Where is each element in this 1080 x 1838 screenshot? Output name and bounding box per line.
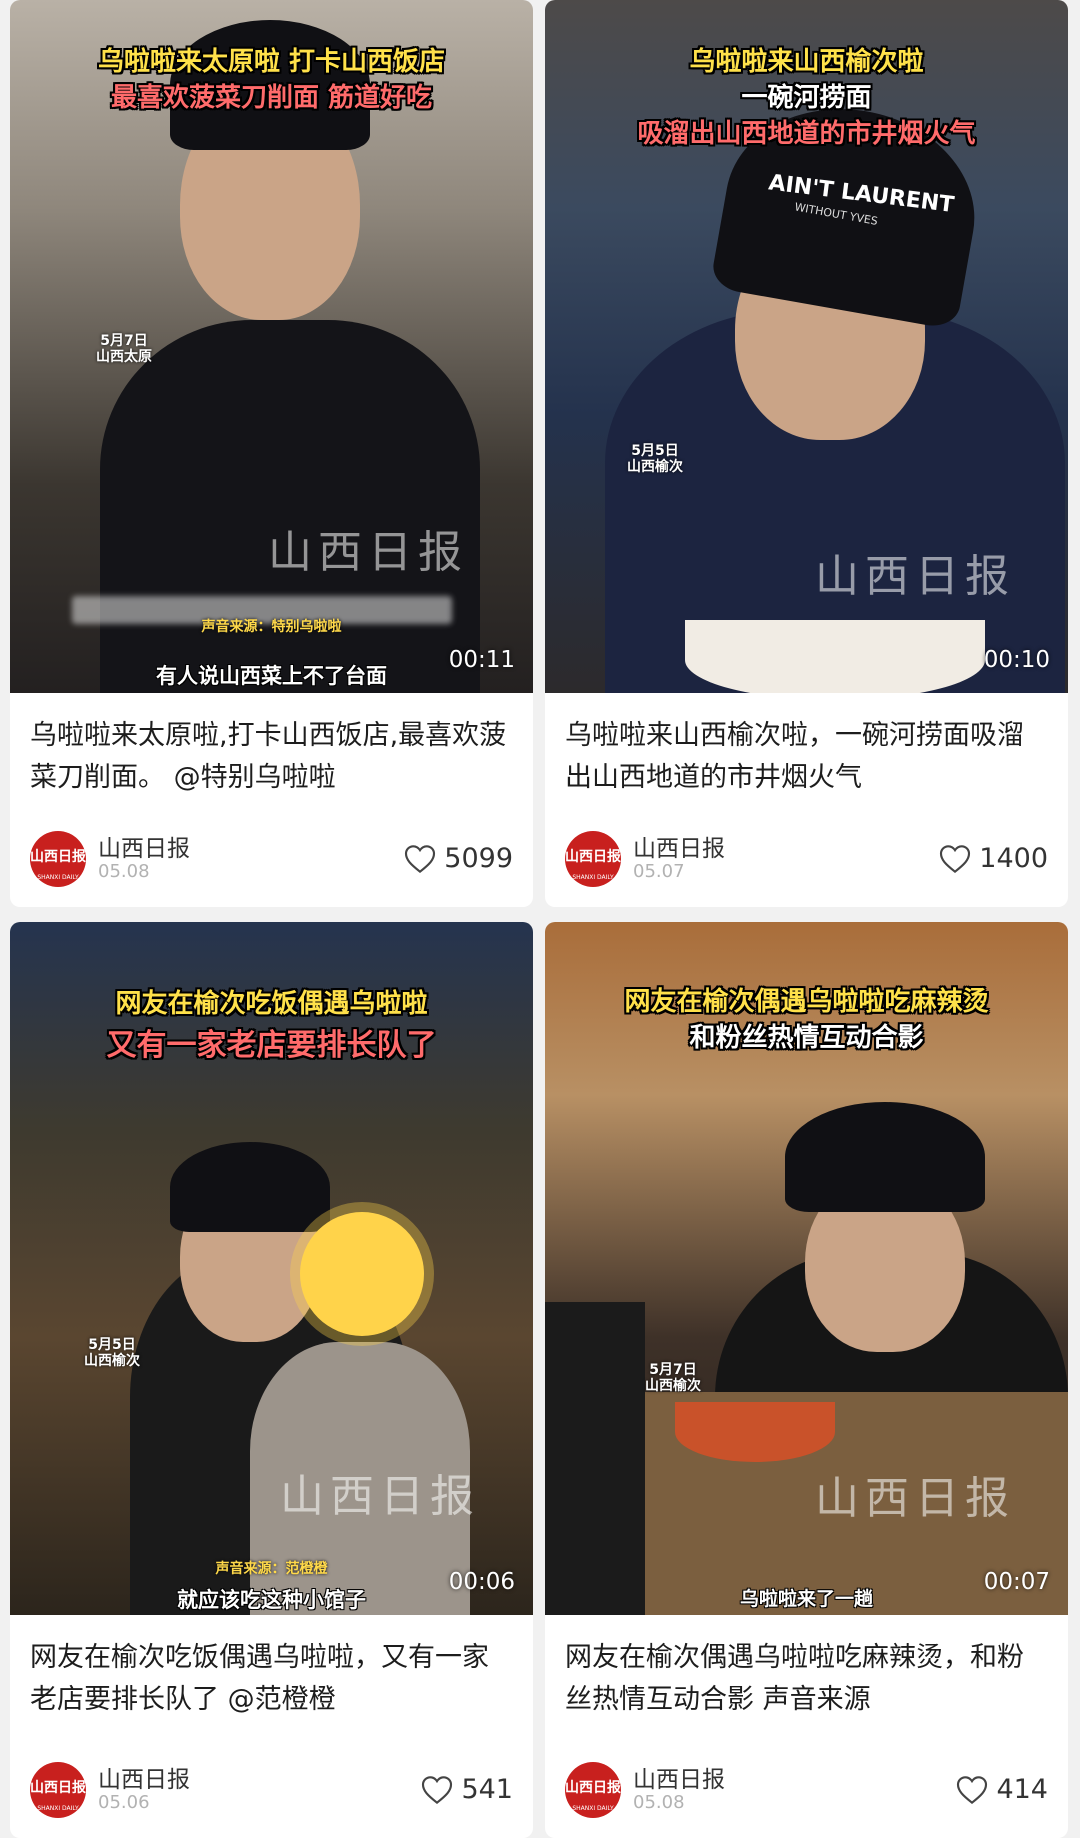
video-duration: 00:11 [448, 647, 515, 673]
video-duration: 00:10 [983, 647, 1050, 673]
date-location-tag: 5月7日 山西榆次 [645, 1362, 701, 1394]
like-button[interactable]: 1400 [939, 843, 1048, 874]
author-name[interactable]: 山西日报 [633, 1760, 725, 1794]
heart-outline-icon [940, 844, 971, 873]
overlay-title-line1: 网友在榆次偶遇乌啦啦吃麻辣烫 [624, 987, 989, 1017]
watermark: 山西日报 [280, 1471, 480, 1522]
like-count: 414 [996, 1774, 1048, 1805]
like-count: 5099 [444, 843, 513, 874]
video-thumbnail[interactable]: 网友在榆次吃饭偶遇乌啦啦 又有一家老店要排长队了 5月5日 山西榆次 山西日报 … [10, 922, 533, 1615]
smiley-sticker-icon [300, 1212, 424, 1336]
video-card[interactable]: 乌啦啦来太原啦 打卡山西饭店 最喜欢菠菜刀削面 筋道好吃 5月7日 山西太原 山… [10, 0, 533, 907]
card-meta: 山西日报 SHANXI DAILY 山西日报 05.08 5099 [30, 827, 513, 887]
avatar-logo-sub: SHANXI DAILY [37, 1805, 79, 1812]
heart-outline-icon [405, 844, 436, 873]
overlay-title-line1: 乌啦啦来山西榆次啦 [689, 47, 924, 77]
video-thumbnail[interactable]: 网友在榆次偶遇乌啦啦吃麻辣烫 和粉丝热情互动合影 5月7日 山西榆次 山西日报 … [545, 922, 1068, 1615]
noodle-bowl [685, 620, 985, 693]
like-button[interactable]: 541 [421, 1774, 513, 1805]
card-meta: 山西日报 SHANXI DAILY 山西日报 05.08 414 [565, 1758, 1048, 1818]
author-avatar[interactable]: 山西日报 SHANXI DAILY [30, 1762, 86, 1818]
card-caption[interactable]: 乌啦啦来太原啦,打卡山西饭店,最喜欢菠菜刀削面。 @特别乌啦啦 [30, 715, 513, 799]
video-duration: 00:06 [448, 1569, 515, 1595]
card-meta: 山西日报 SHANXI DAILY 山西日报 05.07 1400 [565, 827, 1048, 887]
watermark: 山西日报 [815, 551, 1015, 602]
card-caption[interactable]: 乌啦啦来山西榆次啦，一碗河捞面吸溜出山西地道的市井烟火气 [565, 715, 1048, 799]
heart-outline-icon [957, 1775, 988, 1804]
video-card[interactable]: 网友在榆次吃饭偶遇乌啦啦 又有一家老店要排长队了 5月5日 山西榆次 山西日报 … [10, 922, 533, 1838]
overlay-title-line2: 一碗河捞面 [741, 83, 872, 113]
author-name[interactable]: 山西日报 [98, 1760, 190, 1794]
overlay-title-line2: 和粉丝热情互动合影 [689, 1023, 924, 1053]
watermark: 山西日报 [268, 527, 468, 578]
publish-date: 05.08 [98, 861, 150, 882]
video-card[interactable]: 网友在榆次偶遇乌啦啦吃麻辣烫 和粉丝热情互动合影 5月7日 山西榆次 山西日报 … [545, 922, 1068, 1838]
date-tag-date: 5月5日 [631, 443, 679, 459]
camera-tripod [545, 1302, 645, 1615]
like-count: 1400 [979, 843, 1048, 874]
video-duration: 00:07 [983, 1569, 1050, 1595]
publish-date: 05.08 [633, 1792, 685, 1813]
video-thumbnail[interactable]: 乌啦啦来太原啦 打卡山西饭店 最喜欢菠菜刀削面 筋道好吃 5月7日 山西太原 山… [10, 0, 533, 693]
avatar-logo-text: 山西日报 [30, 1780, 86, 1796]
author-avatar[interactable]: 山西日报 SHANXI DAILY [565, 1762, 621, 1818]
date-location-tag: 5月5日 山西榆次 [627, 443, 683, 475]
author-name[interactable]: 山西日报 [633, 829, 725, 863]
overlay-title-line3: 吸溜出山西地道的市井烟火气 [637, 119, 976, 149]
publish-date: 05.06 [98, 1792, 150, 1813]
date-tag-place: 山西榆次 [645, 1378, 701, 1394]
avatar-logo-text: 山西日报 [565, 849, 621, 865]
author-name[interactable]: 山西日报 [98, 829, 190, 863]
like-button[interactable]: 5099 [404, 843, 513, 874]
avatar-logo-text: 山西日报 [565, 1780, 621, 1796]
audio-source-label: 声音来源：特别乌啦啦 [201, 619, 342, 635]
overlay-title-line1: 网友在榆次吃饭偶遇乌啦啦 [115, 989, 428, 1019]
card-meta: 山西日报 SHANXI DAILY 山西日报 05.06 541 [30, 1758, 513, 1818]
like-count: 541 [461, 1774, 513, 1805]
date-location-tag: 5月7日 山西太原 [96, 333, 152, 365]
date-tag-date: 5月7日 [649, 1362, 697, 1378]
avatar-logo-text: 山西日报 [30, 849, 86, 865]
avatar-logo-sub: SHANXI DAILY [572, 1805, 614, 1812]
date-location-tag: 5月5日 山西榆次 [84, 1337, 140, 1369]
date-tag-place: 山西太原 [96, 349, 152, 365]
overlay-title-line1: 乌啦啦来太原啦 打卡山西饭店 [97, 47, 446, 77]
date-tag-date: 5月7日 [100, 333, 148, 349]
overlay-title-line2: 最喜欢菠菜刀削面 筋道好吃 [110, 83, 433, 113]
card-caption[interactable]: 网友在榆次偶遇乌啦啦吃麻辣烫，和粉丝热情互动合影 声音来源 [565, 1637, 1048, 1721]
card-caption[interactable]: 网友在榆次吃饭偶遇乌啦啦，又有一家老店要排长队了 @范橙橙 [30, 1637, 513, 1721]
date-tag-date: 5月5日 [88, 1337, 136, 1353]
video-card[interactable]: AIN'T LAURENT WITHOUT YVES 乌啦啦来山西榆次啦 一碗河… [545, 0, 1068, 907]
person-figure [100, 320, 480, 693]
author-avatar[interactable]: 山西日报 SHANXI DAILY [30, 831, 86, 887]
overlay-title-line2: 又有一家老店要排长队了 [106, 1028, 437, 1063]
date-tag-place: 山西榆次 [627, 459, 683, 475]
video-thumbnail[interactable]: AIN'T LAURENT WITHOUT YVES 乌啦啦来山西榆次啦 一碗河… [545, 0, 1068, 693]
author-avatar[interactable]: 山西日报 SHANXI DAILY [565, 831, 621, 887]
mala-bowl [675, 1402, 835, 1462]
person-cap [170, 1142, 330, 1232]
like-button[interactable]: 414 [956, 1774, 1048, 1805]
watermark: 山西日报 [815, 1473, 1015, 1524]
avatar-logo-sub: SHANXI DAILY [37, 874, 79, 881]
person-cap [785, 1102, 985, 1212]
publish-date: 05.07 [633, 861, 685, 882]
heart-outline-icon [422, 1775, 453, 1804]
date-tag-place: 山西榆次 [84, 1353, 140, 1369]
avatar-logo-sub: SHANXI DAILY [572, 874, 614, 881]
